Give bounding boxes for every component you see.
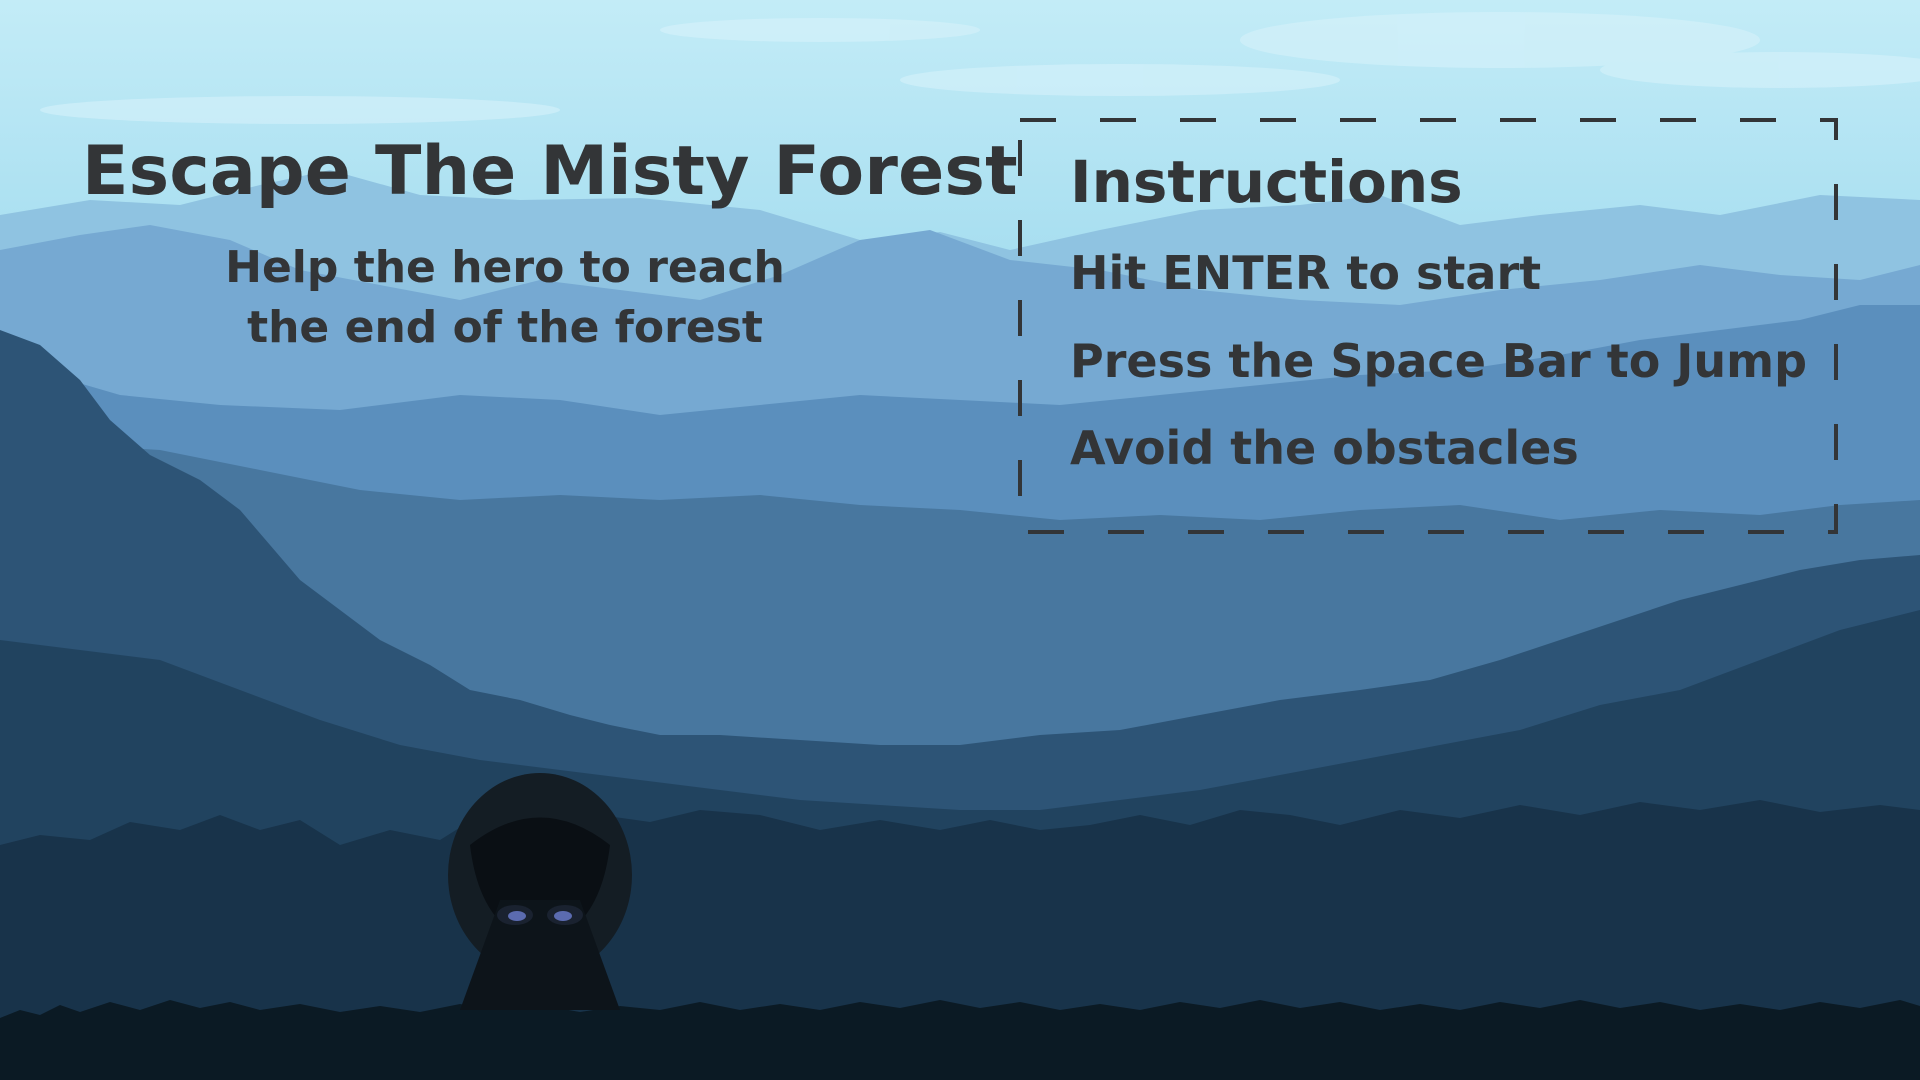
hooded-hero-icon: [448, 773, 632, 1010]
instructions-heading: Instructions: [1070, 148, 1463, 216]
game-title: Escape The Misty Forest: [82, 132, 1018, 211]
instruction-item: Avoid the obstacles: [1070, 421, 1579, 475]
game-subtitle: Help the hero to reach the end of the fo…: [120, 238, 890, 358]
instruction-item: Hit ENTER to start: [1070, 246, 1542, 300]
instruction-item: Press the Space Bar to Jump: [1070, 334, 1808, 388]
instructions-panel: Instructions Hit ENTER to start Press th…: [1018, 118, 1838, 534]
ground: [0, 1000, 1920, 1080]
game-start-screen: Escape The Misty Forest Help the hero to…: [0, 0, 1920, 1080]
subtitle-line: Help the hero to reach: [225, 242, 785, 293]
subtitle-line: the end of the forest: [247, 302, 763, 353]
